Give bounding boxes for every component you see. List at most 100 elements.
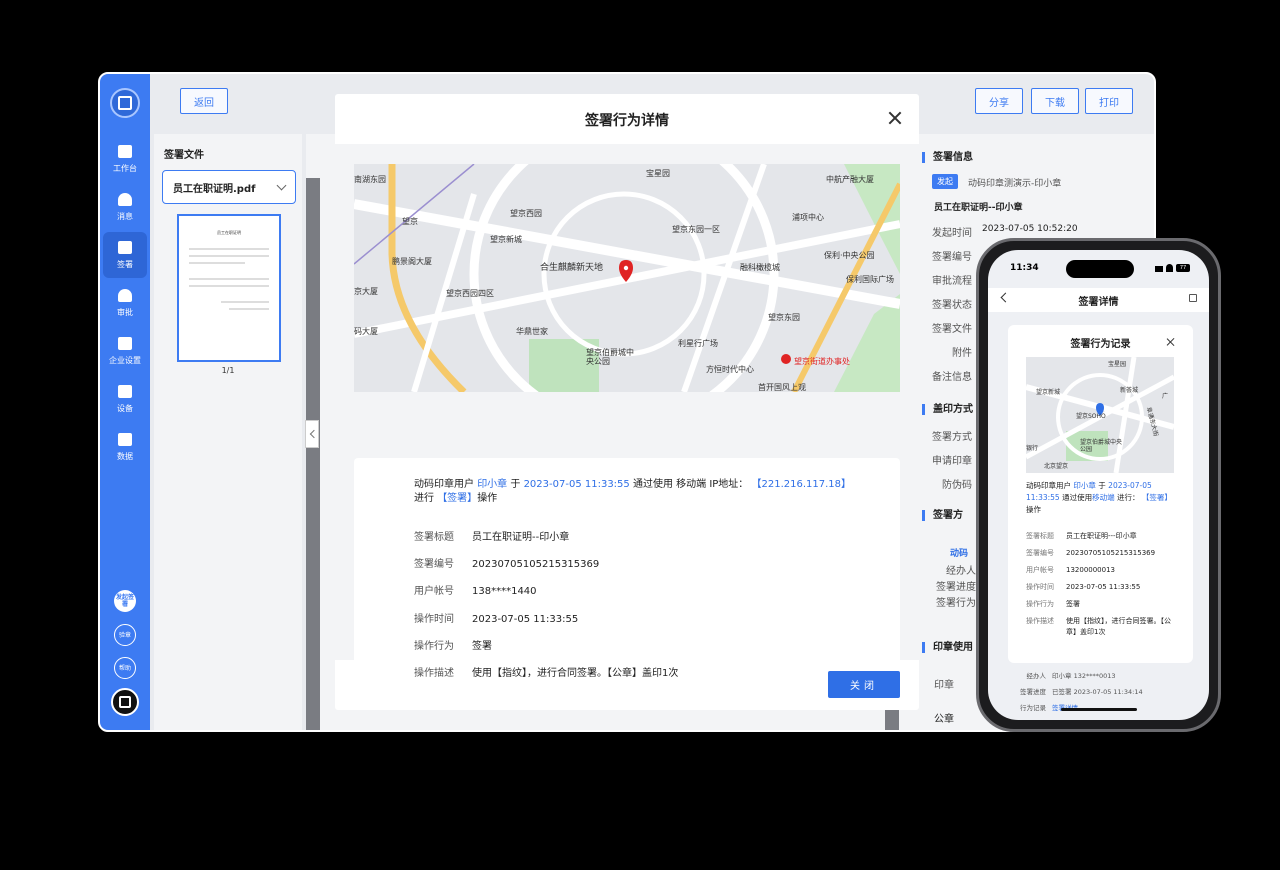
map-label: 广: [1162, 393, 1169, 400]
download-button[interactable]: 下载: [1031, 88, 1079, 114]
phone-location-map[interactable]: 宝星园 望京新城 新荟城 望京SOHO 望京伯爵城中央公园 北京望京 银行 阜通…: [1026, 357, 1174, 473]
section-signer: 签署方: [922, 510, 963, 521]
sidebar-item-approval[interactable]: 审批: [103, 280, 147, 326]
map-label: 望京西园四区: [446, 289, 494, 298]
map-label: 望京街道办事处: [794, 357, 850, 366]
map-label: 望京东园一区: [672, 225, 720, 234]
info-label: 审批流程: [932, 276, 972, 287]
phone-behavior-modal: 签署行为记录 宝星园 望京新城 新荟城 望京SOHO 望京伯爵城中央公园 北京望…: [1008, 325, 1193, 663]
sidebar-item-data[interactable]: 数据: [103, 424, 147, 470]
thumbnail-title: 员工在职证明: [217, 230, 241, 235]
info-label: 签署行为: [936, 598, 976, 609]
map-label: 银行: [1026, 445, 1039, 452]
home-indicator: [1061, 708, 1137, 711]
map-label: 鹏景阁大厦: [392, 257, 432, 266]
back-button[interactable]: 返回: [180, 88, 228, 114]
external-link-icon[interactable]: [1189, 294, 1197, 302]
detail-card: 动码印章用户 印小章 于 2023-07-05 11:33:55 通过使用 移动…: [354, 458, 900, 690]
chevron-down-icon: [276, 180, 287, 191]
detail-row: 签署标题 员工在职证明--印小章: [414, 532, 570, 543]
map-label: 方恒时代中心: [706, 365, 754, 374]
phone-behavior-description: 动码印章用户 印小章 于 2023-07-05 11:33:55 通过使用移动端…: [1026, 481, 1172, 514]
phone-detail-row: 签署编号 20230705105215315369: [1026, 549, 1156, 557]
phone-detail-row: 操作时间 2023-07-05 11:33:55: [1026, 583, 1141, 591]
detail-row: 操作行为 签署: [414, 641, 492, 652]
status-time: 11:34: [1010, 263, 1039, 273]
detail-row: 签署编号 20230705105215315369: [414, 559, 600, 570]
map-label: 保利国际广场: [846, 275, 894, 284]
map-label: 望京伯爵城中央公园: [1080, 439, 1123, 453]
workbench-icon: [118, 144, 132, 158]
device-icon: [118, 384, 132, 398]
sign-detail-modal: 签署行为详情 宝星园 望京西园 中航产融大厦 望京 望京东园一区 浦项中心 望京…: [335, 94, 919, 710]
file-select[interactable]: 员工在职证明.pdf: [162, 170, 296, 204]
map-label: 望京新城: [490, 235, 522, 244]
page-thumbnail[interactable]: 员工在职证明: [177, 214, 281, 362]
stamp-icon: [118, 288, 132, 302]
map-label: 南湖东园: [354, 175, 386, 184]
info-label: 签署方式: [932, 432, 972, 443]
sidebar-item-company-settings[interactable]: 企业设置: [103, 328, 147, 374]
sidebar: 工作台 消息 签署 审批 企业设置 设备 数据 发起签署 验章 帮助: [100, 74, 150, 730]
sign-icon: [118, 240, 132, 254]
map-label: 望京: [402, 217, 418, 226]
print-button[interactable]: 打印: [1085, 88, 1133, 114]
app-logo: [110, 88, 140, 118]
phone-nav-title: 签署详情: [1078, 297, 1119, 308]
map-label: 合生麒麟新天地: [540, 263, 604, 273]
map-label: 中航产融大厦: [826, 175, 874, 184]
phone-user-link[interactable]: 印小章: [1073, 481, 1096, 490]
section-sign-info: 签署信息: [922, 152, 973, 163]
doc-title: 员工在职证明--印小章: [934, 203, 1023, 213]
status-icons: 77: [1155, 264, 1191, 272]
start-sign-button[interactable]: 发起签署: [114, 590, 136, 612]
section-seal-use: 印章使用: [922, 642, 973, 653]
initiator-line: 动码印章测演示-印小章: [968, 179, 1062, 189]
chevron-left-icon: [309, 429, 318, 439]
help-button[interactable]: 帮助: [114, 657, 136, 679]
phone-detail-row: 签署标题 员工在职证明---印小章: [1026, 532, 1137, 540]
building-icon: [118, 336, 132, 350]
map-label: 北京望京: [1044, 463, 1069, 470]
section-seal-method: 盖印方式: [922, 404, 973, 415]
map-label: 京大厦: [354, 287, 378, 296]
map-label: 融科橄榄城: [740, 263, 780, 272]
share-button[interactable]: 分享: [975, 88, 1023, 114]
initiate-tag: 发起: [932, 174, 958, 189]
modal-title: 签署行为详情: [585, 113, 669, 129]
map-label: 望京SOHO: [1076, 413, 1106, 420]
bell-icon: [118, 192, 132, 206]
close-button[interactable]: 关闭: [828, 671, 900, 698]
info-label: 签署进度: [936, 582, 976, 593]
file-panel-title: 签署文件: [164, 150, 204, 161]
info-value: 2023-07-05 10:52:20: [982, 224, 1078, 234]
info-label: 附件: [952, 348, 972, 359]
close-icon[interactable]: [887, 110, 903, 126]
detail-row: 操作描述 使用【指纹】，进行合同签署。【公章】盖印1次: [414, 668, 679, 679]
info-label: 防伪码: [942, 480, 972, 491]
phone-detail-row: 操作描述 使用【指纹】，进行合同签署。【公章】盖印1次: [1026, 617, 1171, 636]
battery-icon: 77: [1176, 264, 1190, 272]
map-label: 望京新城: [1036, 389, 1061, 396]
verify-seal-button[interactable]: 验章: [114, 624, 136, 646]
sidebar-item-sign[interactable]: 签署: [103, 232, 147, 278]
location-map[interactable]: 宝星园 望京西园 中航产融大厦 望京 望京东园一区 浦项中心 望京新城 合生麒麟…: [354, 164, 900, 392]
phone-screen: 11:34 77 签署详情 经办人 印小章 132****0013 签署进度 已签署…: [988, 250, 1209, 720]
phone-detail-row: 操作行为 签署: [1026, 600, 1080, 608]
info-label: 经办人: [946, 566, 976, 577]
info-label: 备注信息: [932, 372, 972, 383]
bar-chart-icon: [118, 432, 132, 446]
sidebar-item-workbench[interactable]: 工作台: [103, 136, 147, 182]
detail-row: 用户帐号 138****1440: [414, 586, 537, 597]
user-link[interactable]: 印小章: [477, 479, 507, 490]
signer-name: 动码: [950, 549, 969, 559]
info-label: 签署文件: [932, 324, 972, 335]
close-icon[interactable]: [1166, 337, 1175, 346]
info-label: 签署编号: [932, 252, 972, 263]
info-label: 公章: [934, 714, 954, 725]
collapse-toggle[interactable]: [305, 420, 319, 448]
sidebar-item-devices[interactable]: 设备: [103, 376, 147, 422]
user-avatar[interactable]: [111, 688, 139, 716]
map-label: 利星行广场: [678, 339, 718, 348]
sidebar-item-messages[interactable]: 消息: [103, 184, 147, 230]
